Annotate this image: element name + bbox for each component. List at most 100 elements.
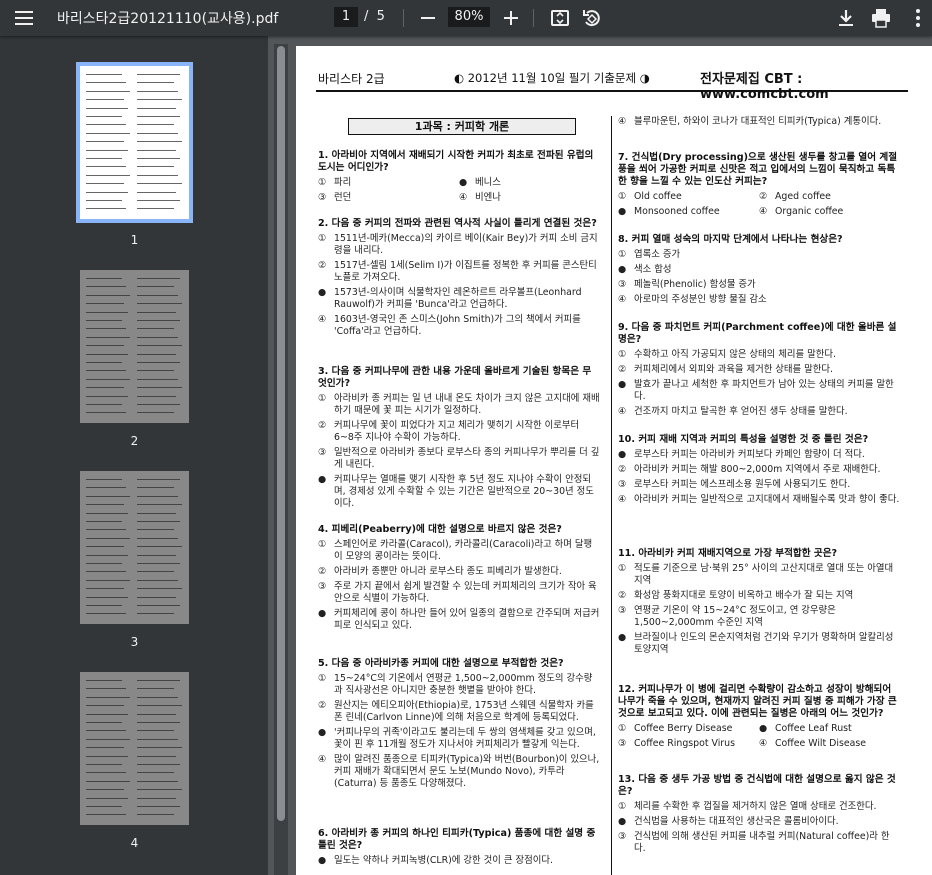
answer-option: ① Old coffee (618, 191, 759, 203)
option-marker: ④ (759, 206, 768, 217)
rotate-icon[interactable] (580, 6, 604, 30)
thumbnail-text-line (137, 404, 180, 405)
answer-option-correct: ● Monsooned coffee (618, 206, 759, 218)
thumbnail-text-line (86, 554, 128, 556)
option-text: 주로 가지 끝에서 쉽게 발견할 수 있는데 커피체리의 크기가 작아 육안으로… (334, 581, 597, 604)
option-marker: ④ (759, 738, 768, 749)
header-site: 전자문제집 CBT : www.comcbt.com (700, 72, 829, 102)
answer-option: ② 커피나무에 꽃이 피었다가 지고 체리가 맺히기 시작한 이로부터 6~8주 … (318, 420, 600, 444)
thumbnail-page-1[interactable] (76, 62, 193, 223)
thumbnail-text-line (137, 487, 174, 489)
thumbnail-text-line (86, 174, 130, 176)
thumbnail-label: 1 (130, 233, 139, 247)
option-marker: ● (318, 727, 327, 738)
thumbnail-text-line (86, 404, 122, 405)
answer-option: ③ 페놀릭(Phenolic) 함성물 증가 (618, 279, 900, 291)
answer-option: ③ 건식법에 의해 생산된 커피를 내추럴 커피(Natural coffee)라… (618, 831, 900, 855)
pdf-page: 바리스타 2급 ◐ 2012년 11월 10일 필기 기출문제 ◑ 전자문제집 … (296, 46, 932, 875)
thumbnail-text-line (137, 546, 182, 548)
thumbnail-text-line (86, 278, 122, 279)
page-count: / 5 (364, 9, 385, 24)
header-exam-title: ◐ 2012년 11월 10일 필기 기출문제 ◑ (454, 71, 650, 85)
download-icon[interactable] (834, 6, 858, 30)
print-icon[interactable] (869, 6, 893, 30)
thumbnail-text-line (137, 579, 178, 581)
option-text: 페놀릭(Phenolic) 함성물 증가 (634, 279, 756, 290)
thumbnail-text-line (86, 579, 130, 581)
option-text: 1511년-메카(Mecca)의 카이르 베이(Kair Bey)가 커피 소비… (334, 233, 598, 256)
pdf-toolbar: 바리스타2급20121110(교사용).pdf 1 / 5 80% (0, 0, 932, 36)
question-block: 9. 다음 중 파치먼트 커피(Parchment coffee)에 대한 올바… (618, 322, 900, 418)
answer-option: ② 화성암 풍화지대로 토양이 비옥하고 배수가 잘 되는 지역 (618, 590, 900, 602)
thumbnail-text-line (137, 336, 178, 338)
thumbnail-text-line (86, 166, 126, 168)
thumbnail-text-line (137, 132, 178, 134)
thumbnail-text-line (137, 378, 178, 380)
thumbnail-page-3[interactable] (80, 471, 189, 624)
option-text: 비엔나 (475, 192, 501, 203)
thumbnail-text-line (137, 789, 182, 791)
option-marker: ② (318, 420, 327, 431)
option-marker: ③ (618, 831, 627, 842)
option-text: 색소 합성 (634, 264, 672, 275)
thumbnail-text-line (137, 90, 178, 92)
option-marker: ④ (618, 294, 627, 305)
option-text: 아라비카 커피는 일반적으로 고지대에서 재배될수록 맛과 향이 좋다. (634, 494, 900, 505)
thumbnail-text-line (137, 387, 182, 389)
thumbnail-text-line (86, 747, 124, 749)
option-marker: ● (618, 264, 627, 275)
option-marker: ③ (618, 605, 627, 616)
options-list: ① 스페인어로 카라콜(Caracol), 카라콜리(Caracoli)라고 하며… (318, 539, 600, 632)
option-text: 커피체리에서 외피와 과육을 제거한 상태를 말한다. (634, 364, 834, 375)
question-block: 1. 아라비아 지역에서 재배되기 시작한 커피가 최초로 전파된 유럽의 도시… (318, 150, 600, 207)
answer-option: ④ 1603년-영국인 존 스미스(John Smith)가 그의 책에서 커피를… (318, 314, 600, 338)
answer-option-correct: ● 로부스타 커피는 아라비카 커피보다 카페인 함량이 더 적다. (618, 449, 900, 461)
option-marker: ③ (618, 738, 627, 749)
zoom-out-icon[interactable] (416, 6, 440, 30)
option-text: 로부스타 커피는 에스프레소용 원두에 사용되기도 한다. (634, 479, 851, 490)
question-text: 1. 아라비아 지역에서 재배되기 시작한 커피가 최초로 전파된 유럽의 도시… (318, 150, 594, 173)
thumbnail-text-line (86, 814, 126, 816)
menu-icon[interactable] (12, 6, 36, 30)
thumbnail-text-line (86, 696, 130, 698)
option-marker: ② (759, 191, 768, 202)
page-number-input[interactable]: 1 (334, 7, 358, 27)
thumbnail-text-line (86, 521, 122, 522)
question-text: 9. 다음 중 파치먼트 커피(Parchment coffee)에 대한 올바… (618, 322, 897, 345)
thumbnail-text-line (86, 74, 122, 75)
option-text: 체리를 수확한 후 껍질을 제거하지 않은 열매 상태로 건조한다. (634, 801, 877, 812)
thumbnail-text-line (137, 797, 176, 799)
answer-option-correct: ● 건식법을 사용하는 대표적인 생산국은 콜롬비아이다. (618, 816, 900, 828)
thumbnail-page-4[interactable] (80, 672, 189, 825)
thumbnail-text-line (86, 780, 130, 782)
option-marker: ① (618, 191, 627, 202)
options-list: ● 로부스타 커피는 아라비카 커피보다 카페인 함량이 더 적다. ② 아라비카 커… (618, 449, 900, 506)
answer-option: ④ Coffee Wilt Disease (759, 738, 900, 750)
answer-option-correct: ● 베니스 (459, 177, 600, 189)
option-text: 건식법에 의해 생산된 커피를 내추럴 커피(Natural coffee)라 … (634, 831, 890, 854)
thumbnail-text-line (137, 730, 174, 732)
zoom-in-icon[interactable] (499, 6, 523, 30)
thumbnail-text-line (86, 613, 126, 615)
thumbnail-text-line (137, 512, 176, 514)
thumbnail-label: 4 (130, 836, 139, 850)
thumbnail-text-line (86, 772, 126, 774)
option-marker: ② (618, 364, 627, 375)
fit-to-page-icon[interactable] (548, 6, 572, 30)
more-options-icon[interactable] (906, 6, 930, 30)
option-marker: ③ (618, 479, 627, 490)
sidebar-scrollbar-thumb[interactable] (277, 46, 285, 821)
thumbnail-text-line (86, 286, 126, 288)
thumbnail-page-2[interactable] (80, 270, 189, 423)
continued-option: ④ 블루마운틴, 하와이 코나가 대표적인 티피카(Typica) 계통이다. (618, 116, 904, 128)
zoom-input[interactable]: 80% (448, 7, 490, 27)
thumbnail-text-line (86, 730, 126, 732)
thumbnail-text-line (137, 74, 180, 75)
thumbnail-text-line (137, 495, 178, 497)
thumbnail-text-line (137, 713, 176, 715)
header-left: 바리스타 2급 (318, 72, 385, 86)
thumbnail-text-line (86, 605, 122, 606)
thumbnail-text-line (86, 806, 122, 807)
thumbnail-text-line (137, 764, 180, 765)
options-list: ① 수확하고 아직 가공되지 않은 상태의 체리를 말한다. ② 커피체리에서 외피와… (618, 349, 900, 418)
